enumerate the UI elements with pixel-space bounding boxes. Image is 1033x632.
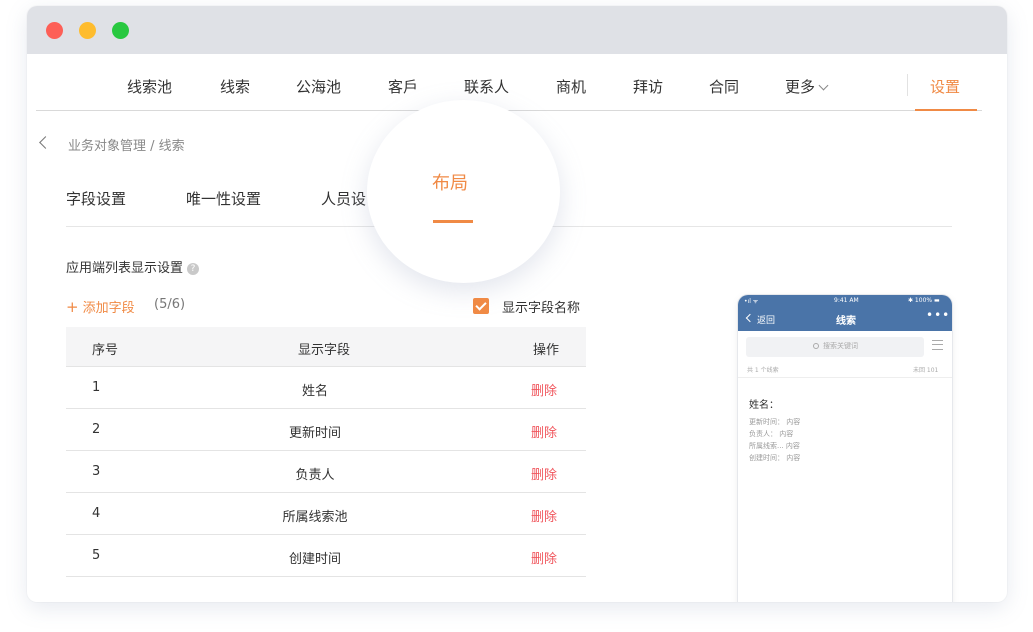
mobile-divider [738, 377, 952, 378]
row-index: 1 [92, 380, 101, 395]
table-row: 1 姓名 删除 [66, 367, 586, 409]
nav-item-lead-pool[interactable]: 线索池 [127, 76, 172, 97]
mobile-unreturned-count: 未回 101 [913, 367, 939, 374]
row-index: 3 [92, 464, 101, 479]
active-tab-indicator [433, 220, 473, 223]
mobile-card-line: 所属线索... 内容 [749, 442, 800, 450]
row-field-text: 所属线索池 [282, 510, 348, 525]
plus-icon: + [66, 298, 79, 316]
delete-button[interactable]: 删除 [531, 506, 557, 525]
add-field-button[interactable]: + 添加字段 [66, 297, 135, 316]
signal-wifi-icon: •ıl ᯤ [744, 298, 759, 305]
row-index: 5 [92, 548, 101, 563]
add-field-label: 添加字段 [82, 301, 135, 316]
active-tab-magnifier: 布局 [367, 100, 560, 283]
nav-item-contacts[interactable]: 联系人 [464, 76, 509, 97]
table-row: 3 负责人 删除 [66, 451, 586, 493]
field-count: (5/6) [154, 297, 186, 312]
nav-item-visits[interactable]: 拜访 [633, 76, 663, 97]
nav-item-opportunities[interactable]: 商机 [556, 76, 586, 97]
mobile-card-line: 负责人： 内容 [749, 430, 794, 438]
mobile-card-title: 姓名： [749, 400, 779, 411]
delete-button[interactable]: 删除 [531, 464, 557, 483]
mobile-status-time: 9:41 AM [834, 297, 859, 304]
row-field-text: 创建时间 [288, 552, 342, 567]
section-title: 应用端列表显示设置? [66, 257, 200, 276]
back-arrow-icon[interactable] [39, 136, 52, 149]
mobile-card-line: 创建时间： 内容 [749, 454, 801, 462]
header-action: 操作 [533, 343, 560, 358]
table-header: 序号 显示字段 操作 [66, 327, 586, 367]
nav-item-leads[interactable]: 线索 [220, 76, 250, 97]
nav-item-settings[interactable]: 设置 [915, 54, 977, 111]
mobile-search-placeholder: 搜索关键词 [823, 342, 858, 350]
show-field-names-checkbox[interactable] [473, 298, 489, 314]
nav-more-label: 更多 [785, 78, 816, 96]
mobile-search-box: 搜索关键词 [746, 337, 924, 357]
minimize-window-button[interactable] [79, 22, 96, 39]
window-titlebar [27, 6, 1007, 54]
table-row: 5 创建时间 删除 [66, 535, 586, 577]
table-row: 2 更新时间 删除 [66, 409, 586, 451]
mobile-header: •ıl ᯤ 9:41 AM ✱ 100% ▬ 返回 线索 ••• [738, 295, 952, 331]
nav-item-customers[interactable]: 客戶 [388, 76, 418, 97]
mobile-back-label: 返回 [757, 316, 776, 326]
tab-layout[interactable]: 布局 [432, 169, 468, 195]
row-field-text: 更新时间 [288, 426, 342, 441]
mobile-title: 线索 [836, 316, 856, 327]
section-title-text: 应用端列表显示设置 [66, 261, 184, 276]
row-index: 2 [92, 422, 101, 437]
nav-divider [907, 74, 908, 96]
close-window-button[interactable] [46, 22, 63, 39]
row-field-text: 姓名 [301, 384, 329, 399]
mobile-card-line: 更新时间： 内容 [749, 418, 801, 426]
breadcrumb: 业务对象管理 / 线索 [68, 139, 185, 154]
more-dots-icon: ••• [926, 308, 951, 322]
list-menu-icon [932, 340, 943, 350]
tab-field-settings[interactable]: 字段设置 [66, 188, 126, 209]
display-fields-table: 序号 显示字段 操作 1 姓名 删除 2 更新时间 删除 3 负责人 删除 4 … [66, 327, 586, 577]
table-row: 4 所属线索池 删除 [66, 493, 586, 535]
mobile-preview: •ıl ᯤ 9:41 AM ✱ 100% ▬ 返回 线索 ••• 搜索关键词 共… [738, 295, 952, 602]
delete-button[interactable]: 删除 [531, 422, 557, 441]
delete-button[interactable]: 删除 [531, 548, 557, 567]
row-field-text: 负责人 [295, 468, 335, 483]
nav-item-contracts[interactable]: 合同 [709, 76, 739, 97]
nav-settings-label: 设置 [930, 78, 961, 96]
chevron-down-icon [818, 80, 829, 91]
header-index: 序号 [92, 343, 119, 358]
header-field: 显示字段 [298, 343, 351, 358]
app-window: 线索池 线索 公海池 客戶 联系人 商机 拜访 合同 更多 设置 业务对象管理 … [27, 6, 1007, 602]
mobile-back-icon [745, 313, 755, 323]
maximize-window-button[interactable] [112, 22, 129, 39]
help-icon[interactable]: ? [187, 263, 200, 275]
search-icon [813, 343, 819, 349]
tab-uniqueness-settings[interactable]: 唯一性设置 [186, 188, 261, 209]
top-navigation: 线索池 线索 公海池 客戶 联系人 商机 拜访 合同 更多 设置 [36, 54, 982, 111]
nav-item-public-pool[interactable]: 公海池 [296, 76, 341, 97]
row-index: 4 [92, 506, 101, 521]
tab-personnel-settings[interactable]: 人员设 [321, 188, 366, 209]
delete-button[interactable]: 删除 [531, 380, 557, 399]
mobile-total-count: 共 1 个线索 [747, 367, 779, 374]
battery-icon: ✱ 100% ▬ [908, 297, 940, 304]
show-field-names-label[interactable]: 显示字段名称 [502, 297, 580, 316]
nav-item-more[interactable]: 更多 [785, 76, 829, 97]
